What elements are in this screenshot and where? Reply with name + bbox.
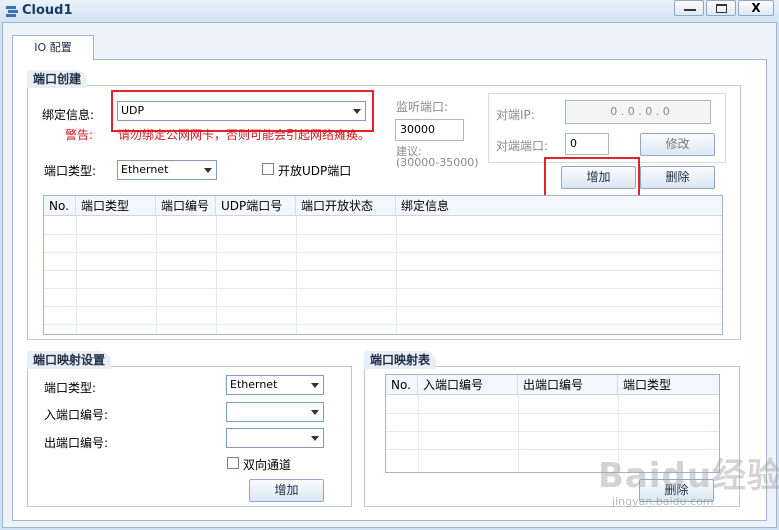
warning-text: 请勿绑定公网网卡，否则可能会引起网络瘫痪。 [118,128,371,142]
listen-port-input[interactable]: 30000 [395,119,464,141]
port-mapping-legend: 端口映射设置 [27,351,112,369]
col-udp-port: UDP端口号 [216,196,296,216]
port-create-legend: 端口创建 [27,70,88,88]
bind-info-label: 绑定信息: [42,108,95,122]
minimize-button[interactable] [674,0,704,16]
col-bind-info: 绑定信息 [401,199,450,213]
peer-port-input[interactable]: 0 [565,133,609,155]
peer-ip-label: 对端IP: [496,108,535,122]
grid-vline [518,395,519,472]
col-out-port: 出端口编号 [518,375,618,395]
col-no: No. [386,375,418,395]
port-table-header: No. 端口类型 端口编号 UDP端口号 端口开放状态 绑定信息 [44,196,722,216]
out-port-label: 出端口编号: [44,436,109,450]
grid-hline [44,252,722,253]
col-no: No. [44,196,76,216]
peer-ip-input[interactable]: 0 . 0 . 0 . 0 [565,100,711,124]
chevron-down-icon [204,168,212,173]
port-type-select[interactable]: Ethernet [117,160,217,180]
maximize-button[interactable] [706,0,736,16]
col-mapping-port-type: 端口类型 [623,378,672,392]
tab-io-config[interactable]: IO 配置 [12,35,94,60]
minimize-icon [684,9,696,11]
grid-hline [44,324,722,325]
warning-label: 警告: [65,128,94,142]
close-button[interactable]: X [738,0,774,16]
grid-hline [44,270,722,271]
grid-hline [44,234,722,235]
watermark-url: jingyan.baidu.com [612,495,714,508]
highlight-box-add [544,157,640,198]
grid-vline [418,395,419,472]
open-udp-label: 开放UDP端口 [278,164,352,178]
grid-hline [44,288,722,289]
col-in-port: 入端口编号 [418,375,518,395]
peer-port-label: 对端端口: [496,139,549,153]
add-mapping-button[interactable]: 增加 [249,479,324,502]
modify-button[interactable]: 修改 [640,133,715,156]
bidirectional-label: 双向通道 [243,458,292,472]
mapping-port-type-value: Ethernet [230,378,278,391]
bidirectional-checkbox[interactable] [227,457,239,469]
chevron-down-icon [311,383,319,388]
listen-port-label: 监听端口: [396,100,449,114]
col-port-number: 端口编号 [156,196,216,216]
port-type-value: Ethernet [121,163,169,176]
window-title: Cloud1 [22,3,73,18]
out-port-select[interactable] [226,428,324,448]
col-port-type: 端口类型 [76,196,156,216]
delete-port-button[interactable]: 删除 [640,166,715,189]
suggest-range: (30000-35000) [396,156,479,169]
port-table: No. 端口类型 端口编号 UDP端口号 端口开放状态 绑定信息 [43,195,723,335]
mapping-table-legend: 端口映射表 [364,351,437,369]
chevron-down-icon [311,410,319,415]
title-bar [0,0,779,22]
grid-hline [386,413,719,414]
open-udp-checkbox[interactable] [262,163,274,175]
col-open-status: 端口开放状态 [296,196,396,216]
in-port-select[interactable] [226,402,324,422]
mapping-port-type-select[interactable]: Ethernet [226,375,324,395]
mapping-table-header: No. 入端口编号 出端口编号 端口类型 [386,375,719,395]
port-type-label: 端口类型: [44,164,97,178]
chevron-down-icon [311,436,319,441]
grid-hline [44,306,722,307]
mapping-port-type-label: 端口类型: [44,381,97,395]
maximize-icon [716,4,727,13]
watermark: Baidu经验 [598,456,779,496]
cloud-app-icon [6,6,18,17]
in-port-label: 入端口编号: [44,408,109,422]
grid-hline [386,431,719,432]
